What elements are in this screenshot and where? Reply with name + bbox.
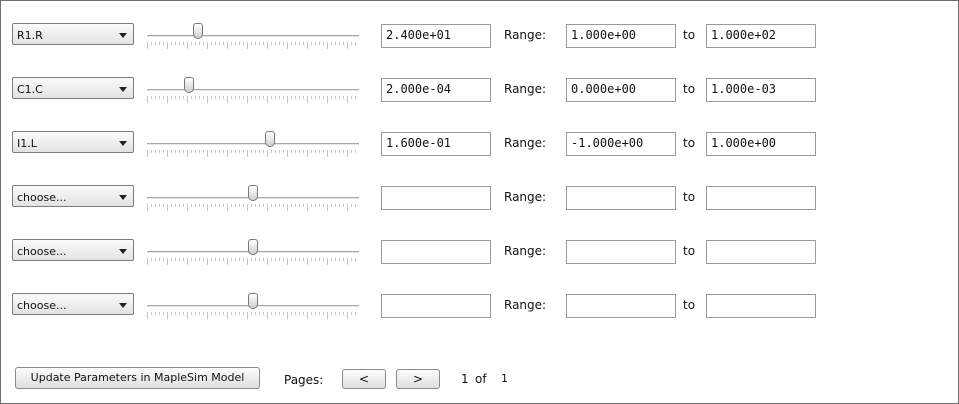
slider-ticks bbox=[147, 204, 359, 211]
slider-thumb[interactable] bbox=[248, 185, 258, 201]
value-field[interactable] bbox=[381, 186, 491, 210]
page-of-label: of bbox=[475, 372, 487, 386]
chevron-down-icon bbox=[119, 195, 127, 200]
parameter-dropdown-value: choose... bbox=[17, 245, 67, 258]
parameter-dropdown[interactable]: C1.C bbox=[12, 77, 134, 99]
range-label: Range: bbox=[504, 244, 547, 258]
current-page: 1 bbox=[461, 372, 469, 386]
parameter-row: C1.C 2.000e-04 Range: 0.000e+00 to 1.000… bbox=[1, 67, 958, 107]
slider-thumb[interactable] bbox=[184, 77, 195, 93]
parameter-row: R1.R 2.400e+01 Range: 1.000e+00 to 1.000… bbox=[1, 13, 958, 53]
parameter-slider[interactable] bbox=[145, 73, 361, 107]
slider-thumb[interactable] bbox=[248, 239, 258, 255]
parameter-row: choose... Range: to bbox=[1, 229, 958, 269]
pages-label: Pages: bbox=[284, 373, 324, 387]
total-pages: 1 bbox=[501, 372, 508, 385]
slider-thumb[interactable] bbox=[248, 293, 258, 309]
range-min-field[interactable] bbox=[566, 186, 676, 210]
to-label: to bbox=[683, 28, 696, 42]
value-field[interactable]: 1.600e-01 bbox=[381, 132, 491, 156]
range-max-field[interactable] bbox=[706, 294, 816, 318]
parameter-slider[interactable] bbox=[145, 19, 361, 53]
chevron-down-icon bbox=[119, 33, 127, 38]
range-label: Range: bbox=[504, 298, 547, 312]
slider-track bbox=[147, 89, 359, 91]
range-max-field[interactable] bbox=[706, 186, 816, 210]
parameter-dropdown-value: C1.C bbox=[17, 83, 43, 96]
range-min-field[interactable] bbox=[566, 240, 676, 264]
next-page-button[interactable]: > bbox=[396, 369, 440, 389]
to-label: to bbox=[683, 82, 696, 96]
slider-track bbox=[147, 35, 359, 37]
parameter-dropdown-value: choose... bbox=[17, 191, 67, 204]
parameter-slider[interactable] bbox=[145, 127, 361, 161]
value-field[interactable] bbox=[381, 294, 491, 318]
update-parameters-button[interactable]: Update Parameters in MapleSim Model bbox=[15, 367, 260, 389]
range-min-field[interactable] bbox=[566, 294, 676, 318]
parameter-dropdown-value: choose... bbox=[17, 299, 67, 312]
parameter-dropdown-value: R1.R bbox=[17, 29, 43, 42]
value-field[interactable]: 2.000e-04 bbox=[381, 78, 491, 102]
to-label: to bbox=[683, 298, 696, 312]
parameter-dropdown[interactable]: I1.L bbox=[12, 131, 134, 153]
parameter-panel: R1.R 2.400e+01 Range: 1.000e+00 to 1.000… bbox=[0, 0, 959, 404]
to-label: to bbox=[683, 190, 696, 204]
range-label: Range: bbox=[504, 190, 547, 204]
chevron-down-icon bbox=[119, 249, 127, 254]
range-label: Range: bbox=[504, 82, 547, 96]
parameter-slider[interactable] bbox=[145, 289, 361, 323]
parameter-dropdown-value: I1.L bbox=[17, 137, 37, 150]
slider-ticks bbox=[147, 258, 359, 265]
range-label: Range: bbox=[504, 28, 547, 42]
slider-ticks bbox=[147, 42, 359, 49]
slider-thumb[interactable] bbox=[264, 131, 275, 147]
parameter-dropdown[interactable]: R1.R bbox=[12, 23, 134, 45]
chevron-down-icon bbox=[119, 141, 127, 146]
range-max-field[interactable]: 1.000e+02 bbox=[706, 24, 816, 48]
chevron-down-icon bbox=[119, 87, 127, 92]
range-label: Range: bbox=[504, 136, 547, 150]
parameter-row: I1.L 1.600e-01 Range: -1.000e+00 to 1.00… bbox=[1, 121, 958, 161]
slider-track bbox=[147, 143, 359, 145]
range-min-field[interactable]: 1.000e+00 bbox=[566, 24, 676, 48]
to-label: to bbox=[683, 244, 696, 258]
slider-ticks bbox=[147, 96, 359, 103]
parameter-slider[interactable] bbox=[145, 181, 361, 215]
range-max-field[interactable]: 1.000e-03 bbox=[706, 78, 816, 102]
range-min-field[interactable]: -1.000e+00 bbox=[566, 132, 676, 156]
range-min-field[interactable]: 0.000e+00 bbox=[566, 78, 676, 102]
parameter-dropdown[interactable]: choose... bbox=[12, 185, 134, 207]
range-max-field[interactable]: 1.000e+00 bbox=[706, 132, 816, 156]
slider-ticks bbox=[147, 312, 359, 319]
range-max-field[interactable] bbox=[706, 240, 816, 264]
parameter-slider[interactable] bbox=[145, 235, 361, 269]
value-field[interactable] bbox=[381, 240, 491, 264]
parameter-row: choose... Range: to bbox=[1, 283, 958, 323]
parameter-dropdown[interactable]: choose... bbox=[12, 239, 134, 261]
parameter-dropdown[interactable]: choose... bbox=[12, 293, 134, 315]
chevron-down-icon bbox=[119, 303, 127, 308]
previous-page-button[interactable]: < bbox=[342, 369, 386, 389]
to-label: to bbox=[683, 136, 696, 150]
slider-ticks bbox=[147, 150, 359, 157]
value-field[interactable]: 2.400e+01 bbox=[381, 24, 491, 48]
slider-thumb[interactable] bbox=[192, 23, 203, 39]
parameter-row: choose... Range: to bbox=[1, 175, 958, 215]
